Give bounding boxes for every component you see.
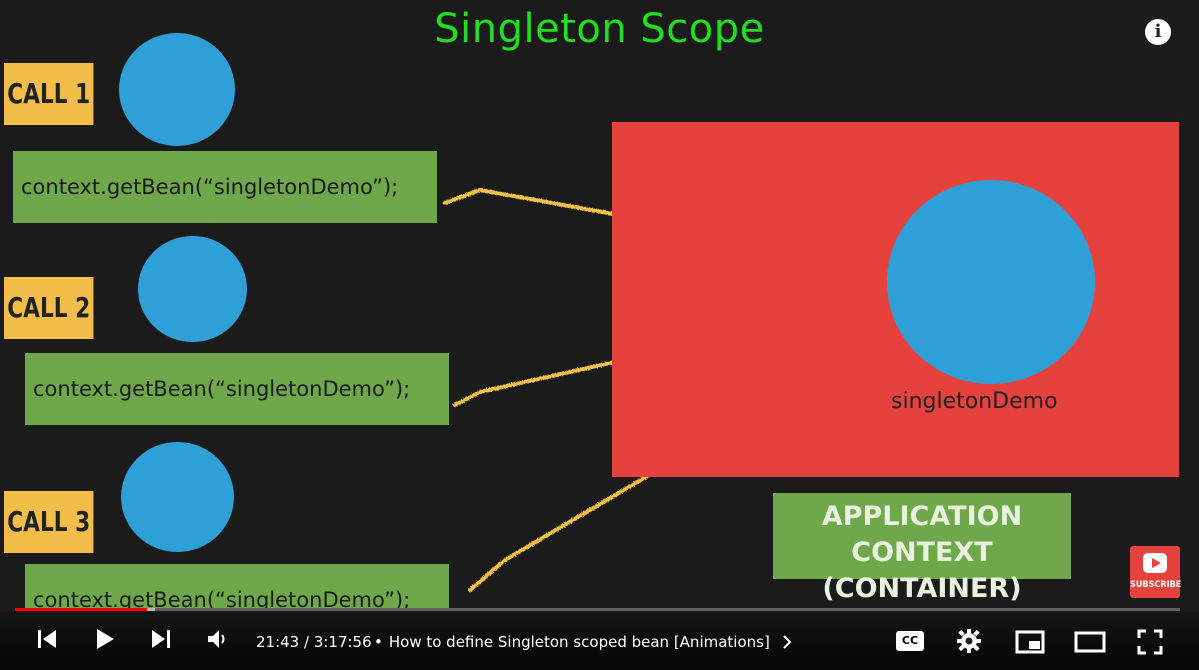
call-2-code: context.getBean(“singletonDemo”); [25, 353, 449, 425]
subscribe-button[interactable]: SUBSCRIBE [1130, 546, 1182, 598]
application-context-line2: (CONTAINER) [822, 573, 1022, 604]
previous-icon[interactable] [36, 628, 58, 650]
progress-bar[interactable] [15, 608, 1180, 611]
call-2-label: CALL 2 [4, 277, 94, 339]
call-3-label: CALL 3 [4, 491, 94, 553]
progress-played [15, 608, 147, 611]
miniplayer-icon[interactable] [1015, 630, 1045, 654]
call-2-circle [138, 236, 247, 342]
volume-icon[interactable] [206, 628, 228, 650]
call-3-code: context.getBean(“singletonDemo”); [25, 564, 449, 608]
call-3-circle [121, 442, 234, 552]
call-1-code: context.getBean(“singletonDemo”); [13, 151, 437, 223]
player-controls: 21:43 / 3:17:56 • How to define Singleton… [0, 612, 1199, 670]
info-icon[interactable]: i [1145, 19, 1171, 45]
bean-label: singletonDemo [891, 389, 1058, 414]
time-display: 21:43 / 3:17:56 [256, 633, 372, 651]
chevron-right-icon [782, 635, 792, 649]
application-context-line1: APPLICATION CONTEXT [821, 501, 1023, 568]
chapter-separator: • [374, 633, 383, 651]
call-1-label: CALL 1 [4, 63, 94, 125]
next-icon[interactable] [150, 628, 172, 650]
video-player[interactable]: Singleton Scope CALL 1 context.getBean(“… [0, 0, 1199, 670]
captions-icon[interactable]: CC [896, 631, 924, 651]
application-context-box: APPLICATION CONTEXT (CONTAINER) [773, 493, 1071, 604]
play-icon[interactable] [94, 628, 116, 650]
subscribe-label: SUBSCRIBE [1130, 580, 1182, 590]
theater-icon[interactable] [1074, 631, 1106, 653]
video-frame[interactable]: Singleton Scope CALL 1 context.getBean(“… [0, 0, 1199, 670]
fullscreen-icon[interactable] [1137, 629, 1163, 655]
settings-icon[interactable] [956, 628, 982, 654]
call-1-circle [119, 33, 235, 146]
chapter-title[interactable]: • How to define Singleton scoped bean [An… [374, 633, 793, 651]
bean-circle [887, 180, 1095, 384]
youtube-logo-icon [1143, 553, 1167, 573]
chapter-title-text: How to define Singleton scoped bean [Ani… [388, 633, 770, 651]
